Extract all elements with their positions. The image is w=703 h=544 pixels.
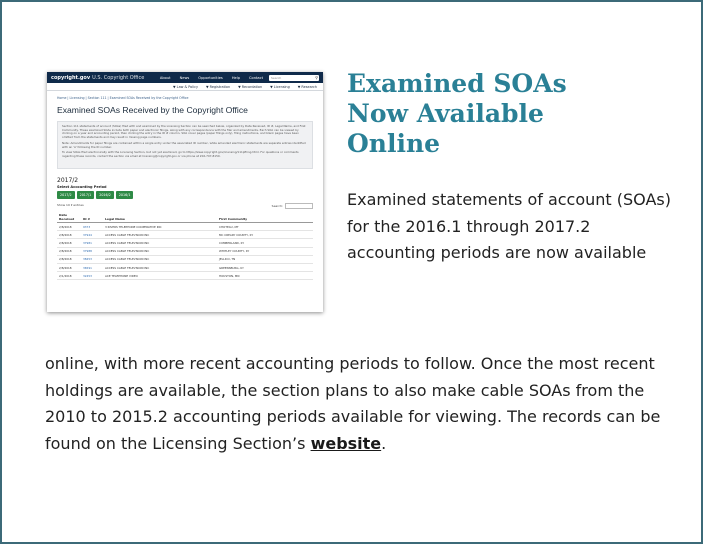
period-button: 2016/1: [115, 191, 134, 199]
subnav-recordation: ▼ Recordation: [238, 84, 263, 89]
subnav-law-policy: ▼ Law & Policy: [173, 84, 198, 89]
nav-item-news: News: [179, 75, 190, 80]
cell-date: 2/8/2018: [57, 222, 81, 232]
cell-community: HOUSTON, MN: [217, 271, 313, 281]
breadcrumb: Home | Licensing | Section 111 | Examine…: [57, 96, 189, 100]
page-title: Examined SOAs Received by the Copyright …: [57, 105, 248, 115]
cell-date: 2/1/2018: [57, 271, 81, 281]
cell-legal-name: 3 RIVERS TELEPHONE COOPERATIVE INC: [103, 222, 217, 232]
cell-community: CHOTEAU, MT: [217, 222, 313, 232]
table-row: 2/8/2018 37944 ACCESS CABLE TELEVISION I…: [57, 230, 313, 240]
cell-id: 37944: [81, 230, 103, 240]
cell-legal-name: ACCESS CABLE TELEVISION INC: [103, 230, 217, 240]
nav-item-help: Help: [231, 75, 241, 80]
table-row: 2/8/2018 37981 ACCESS CABLE TELEVISION I…: [57, 238, 313, 248]
site-sub-nav: ▼ Law & Policy ▼ Registration ▼ Recordat…: [47, 83, 323, 91]
website-screenshot-image: copyright.gov U.S. Copyright Office About…: [47, 72, 323, 312]
cell-date: 2/8/2018: [57, 263, 81, 273]
table-search: Search:: [272, 203, 313, 209]
cell-community: GREENSBURG, KY: [217, 263, 313, 273]
period-button: 2017/1: [76, 191, 95, 199]
cell-community: WHITLEY COUNTY, KY: [217, 247, 313, 256]
site-header: copyright.gov U.S. Copyright Office About…: [47, 72, 323, 83]
info-paragraph: To view SOAs filed electronically with t…: [62, 150, 299, 158]
article-headline: Examined SOAs Now Available Online: [347, 69, 567, 158]
table-controls: Show 10 ▾ entries Search:: [57, 203, 313, 209]
col-legal-name: Legal Name: [103, 212, 217, 223]
period-button: 2017/2: [57, 191, 75, 199]
subnav-licensing: ▼ Licensing: [270, 84, 290, 89]
site-search-box: Search ⚲: [269, 74, 319, 81]
site-top-nav: About News Opportunities Help Contact: [160, 76, 263, 80]
table-header-row: Date Received ID # Legal Name First Comm…: [57, 212, 313, 223]
cell-id: 32453: [81, 271, 103, 281]
show-entries: Show 10 ▾ entries: [57, 203, 84, 207]
period-button: 2016/2: [96, 191, 114, 199]
cell-date: 2/8/2018: [57, 230, 81, 240]
cell-legal-name: ACCESS CABLE TELEVISION INC: [103, 263, 217, 273]
search-icon: ⚲: [315, 74, 318, 80]
cell-community: CUMBERLAND, KY: [217, 238, 313, 248]
col-first-community: First Community: [217, 212, 313, 223]
table-row: 2/8/2018 38453 ACCESS CABLE TELEVISION I…: [57, 255, 313, 264]
article-body: online, with more recent accounting peri…: [45, 351, 685, 457]
period-buttons: 2017/2 2017/1 2016/2 2016/1: [57, 191, 313, 199]
site-logo: copyright.gov U.S. Copyright Office: [51, 74, 145, 81]
select-period-label: Select Accounting Period: [57, 185, 107, 189]
cell-community: JELLICO, TN: [217, 255, 313, 264]
table-row: 2/8/2018 37988 ACCESS CABLE TELEVISION I…: [57, 247, 313, 256]
table-row: 2/1/2018 32453 ACE TELEPHONE VIDEO HOUST…: [57, 271, 313, 281]
cell-legal-name: ACCESS CABLE TELEVISION INC: [103, 247, 217, 256]
info-box: Section 111 statements of account (SOAs)…: [57, 121, 313, 169]
cell-id: 9373: [81, 222, 103, 232]
cell-id: 37981: [81, 238, 103, 248]
article-body-end: .: [381, 433, 387, 453]
cell-date: 2/8/2018: [57, 238, 81, 248]
cell-legal-name: ACE TELEPHONE VIDEO: [103, 271, 217, 281]
period-heading: 2017/2: [57, 177, 79, 184]
cell-community: MC CREARY COUNTY, KY: [217, 230, 313, 240]
table-row: 2/8/2018 9373 3 RIVERS TELEPHONE COOPERA…: [57, 222, 313, 232]
article-card: copyright.gov U.S. Copyright Office About…: [0, 0, 703, 544]
cell-id: 36591: [81, 263, 103, 273]
cell-legal-name: ACCESS CABLE TELEVISION INC: [103, 238, 217, 248]
cell-date: 2/8/2018: [57, 255, 81, 264]
nav-item-contact: Contact: [249, 75, 263, 80]
cell-id: 37988: [81, 247, 103, 256]
info-paragraph: Section 111 statements of account (SOAs)…: [62, 124, 306, 140]
info-paragraph: Note: Amendments for paper filings are c…: [62, 140, 306, 149]
soa-table: Date Received ID # Legal Name First Comm…: [57, 212, 313, 281]
table-row: 2/8/2018 36591 ACCESS CABLE TELEVISION I…: [57, 263, 313, 273]
nav-item-about: About: [159, 75, 171, 80]
cell-date: 2/8/2018: [57, 247, 81, 256]
article-lead-text: Examined statements of account (SOAs) fo…: [347, 190, 672, 262]
website-link[interactable]: website: [311, 434, 382, 453]
subnav-registration: ▼ Registration: [205, 84, 231, 89]
subnav-research: ▼ Research: [297, 84, 317, 89]
col-date-received: Date Received: [57, 212, 81, 223]
cell-legal-name: ACCESS CABLE TELEVISION INC: [103, 255, 217, 264]
cell-id: 38453: [81, 255, 103, 264]
col-id: ID #: [81, 212, 103, 223]
nav-item-opportunities: Opportunities: [198, 75, 223, 80]
